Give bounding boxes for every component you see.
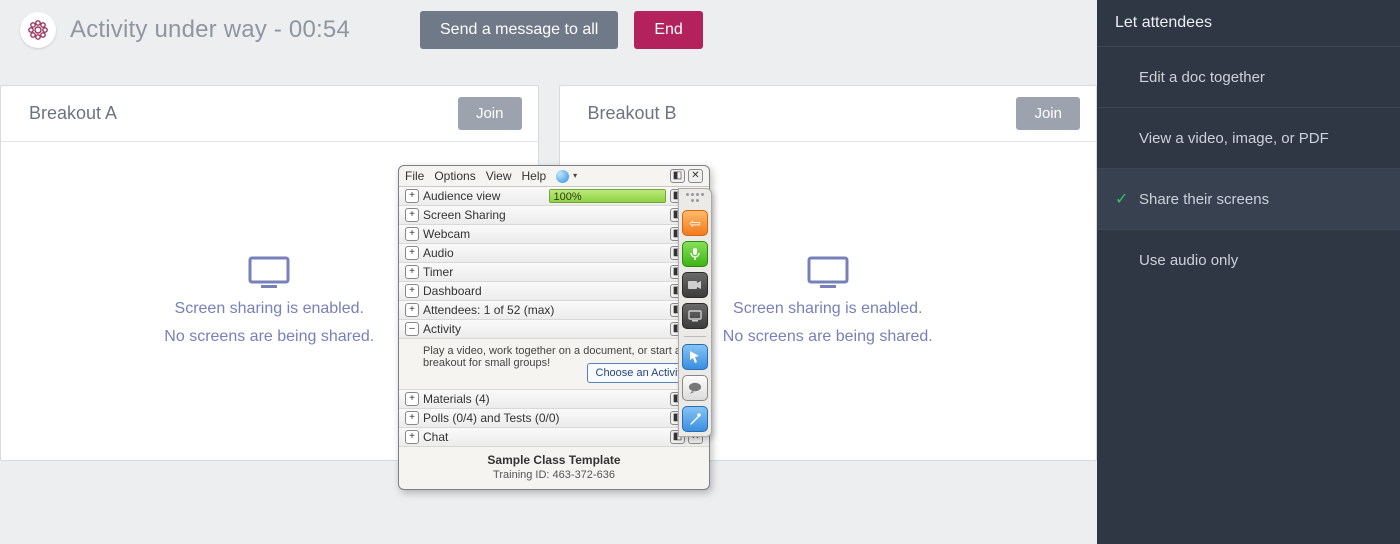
check-icon: ✓ (1115, 189, 1135, 209)
expand-icon[interactable]: + (405, 189, 419, 203)
breakout-a-name: Breakout A (29, 103, 117, 124)
file-menu[interactable]: File (405, 169, 424, 183)
panel-row-audience-view[interactable]: + Audience view 100% ◧✕ (399, 187, 709, 206)
screen-button[interactable] (682, 303, 708, 329)
panel-row-label: Chat (423, 430, 666, 444)
send-message-all-button[interactable]: Send a message to all (420, 11, 618, 49)
audience-progress: 100% (549, 189, 667, 203)
panel-close-icon[interactable]: ✕ (688, 169, 703, 183)
training-id: Training ID: 463-372-636 (399, 469, 709, 481)
expand-icon[interactable]: + (405, 265, 419, 279)
sidebar-item-share-screens[interactable]: ✓Share their screens (1097, 168, 1400, 229)
sidebar-item-edit-doc[interactable]: ✓Edit a doc together (1097, 46, 1400, 107)
sidebar-item-label: Use audio only (1139, 252, 1238, 269)
expand-icon[interactable]: + (405, 227, 419, 241)
expand-icon[interactable]: + (405, 430, 419, 444)
training-title: Sample Class Template (399, 453, 709, 467)
panel-row-label: Audio (423, 246, 666, 260)
panel-row-label: Activity (423, 322, 666, 336)
collapse-arrow-button[interactable]: ⇦ (682, 210, 708, 236)
microphone-button[interactable] (682, 241, 708, 267)
activity-title: Activity under way - 00:54 (70, 16, 350, 44)
expand-icon[interactable]: + (405, 411, 419, 425)
sidebar-item-label: Edit a doc together (1139, 69, 1265, 86)
panel-row-label: Screen Sharing (423, 208, 666, 222)
panel-row-label: Attendees: 1 of 52 (max) (423, 303, 666, 317)
audience-percent: 100% (554, 190, 582, 204)
control-panel: File Options View Help ◧ ✕ + Audience vi… (398, 165, 710, 490)
panel-row-dashboard[interactable]: + Dashboard ◧✕ (399, 282, 709, 301)
help-menu[interactable]: Help (522, 169, 547, 183)
breakout-b-join-button[interactable]: Join (1016, 97, 1080, 130)
breakout-a-status-2: No screens are being shared. (164, 328, 374, 346)
panel-row-label: Timer (423, 265, 666, 279)
sidebar-item-label: View a video, image, or PDF (1139, 130, 1329, 147)
panel-row-polls[interactable]: + Polls (0/4) and Tests (0/0) ◧✕ (399, 409, 709, 428)
expand-icon[interactable]: + (405, 208, 419, 222)
breakout-a-join-button[interactable]: Join (458, 97, 522, 130)
expand-icon[interactable]: + (405, 392, 419, 406)
breakout-b-status-1: Screen sharing is enabled. (733, 300, 922, 318)
grab-toolstrip[interactable]: ⇦ (678, 188, 712, 437)
breakout-b-status-2: No screens are being shared. (723, 328, 933, 346)
panel-row-audio[interactable]: + Audio ◧✕ (399, 244, 709, 263)
monitor-icon (248, 256, 290, 290)
expand-icon[interactable]: + (405, 284, 419, 298)
panel-row-activity[interactable]: – Activity ◧✕ (399, 320, 709, 339)
panel-row-attendees[interactable]: + Attendees: 1 of 52 (max) ◧✕ (399, 301, 709, 320)
panel-menubar: File Options View Help ◧ ✕ (399, 166, 709, 187)
sidebar-item-label: Share their screens (1139, 191, 1269, 208)
breakout-b-name: Breakout B (588, 103, 677, 124)
panel-row-chat[interactable]: + Chat ◧✕ (399, 428, 709, 447)
panel-row-screen-sharing[interactable]: + Screen Sharing ◧✕ (399, 206, 709, 225)
chat-bubble-button[interactable] (682, 375, 708, 401)
panel-row-timer[interactable]: + Timer ◧✕ (399, 263, 709, 282)
panel-undock-icon[interactable]: ◧ (670, 169, 685, 183)
activity-body: Play a video, work together on a documen… (399, 339, 709, 390)
webcam-button[interactable] (682, 272, 708, 298)
panel-row-label: Webcam (423, 227, 666, 241)
app-logo-icon (20, 12, 56, 48)
panel-row-label: Audience view (423, 189, 539, 203)
view-menu[interactable]: View (486, 169, 512, 183)
pointer-button[interactable] (682, 344, 708, 370)
panel-row-materials[interactable]: + Materials (4) ◧✕ (399, 390, 709, 409)
draw-tools-button[interactable] (682, 406, 708, 432)
panel-row-label: Polls (0/4) and Tests (0/0) (423, 411, 666, 425)
panel-row-label: Dashboard (423, 284, 666, 298)
globe-icon[interactable] (556, 170, 569, 183)
breakout-a-status-1: Screen sharing is enabled. (175, 300, 364, 318)
expand-icon[interactable]: + (405, 303, 419, 317)
drag-grip-icon[interactable] (684, 193, 706, 203)
panel-row-webcam[interactable]: + Webcam ◧✕ (399, 225, 709, 244)
panel-row-label: Materials (4) (423, 392, 666, 406)
right-sidebar: Let attendees ✓Edit a doc together ✓View… (1097, 0, 1400, 544)
end-button[interactable]: End (634, 11, 702, 49)
sidebar-item-view-media[interactable]: ✓View a video, image, or PDF (1097, 107, 1400, 168)
breakout-a-header: Breakout A Join (1, 86, 538, 142)
breakout-b-header: Breakout B Join (560, 86, 1097, 142)
collapse-icon[interactable]: – (405, 322, 419, 336)
sidebar-item-audio-only[interactable]: ✓Use audio only (1097, 229, 1400, 290)
options-menu[interactable]: Options (434, 169, 475, 183)
monitor-icon (807, 256, 849, 290)
expand-icon[interactable]: + (405, 246, 419, 260)
panel-footer: Sample Class Template Training ID: 463-3… (399, 447, 709, 489)
separator (684, 336, 706, 337)
sidebar-heading: Let attendees (1097, 0, 1400, 46)
